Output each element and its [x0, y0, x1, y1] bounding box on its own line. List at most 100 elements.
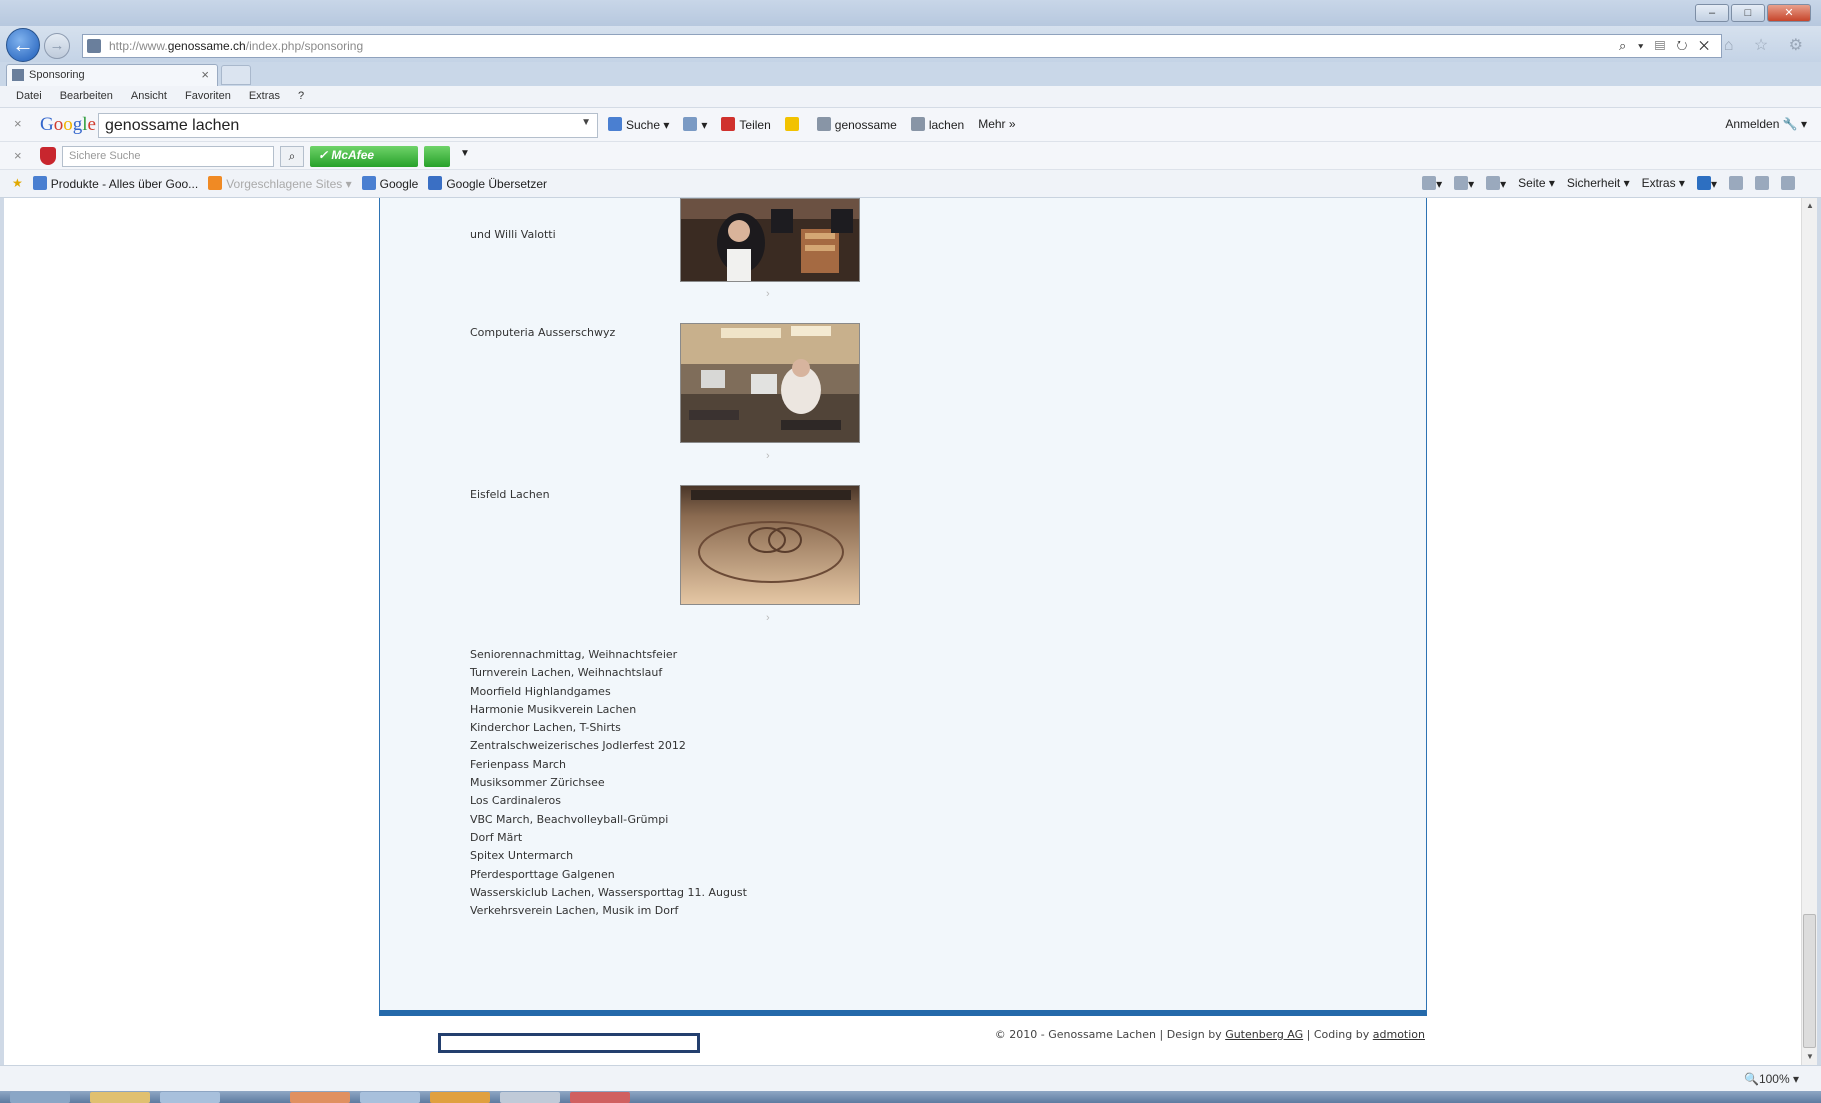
fav-google[interactable]: Google: [361, 176, 418, 191]
taskbar-item[interactable]: [360, 1092, 420, 1103]
magnifier-icon[interactable]: ⌕: [280, 146, 304, 167]
scrollbar-thumb[interactable]: [1803, 914, 1816, 1048]
signin-button[interactable]: Anmelden 🔧 ▾: [1725, 117, 1807, 131]
list-item: Turnverein Lachen, Weihnachtslauf: [470, 666, 663, 680]
entry-label: Computeria Ausserschwyz: [470, 326, 616, 339]
page-footer: © 2010 - Genossame Lachen | Design by Gu…: [994, 1028, 1425, 1041]
feeds-command[interactable]: ▾: [1454, 176, 1474, 191]
maximize-button[interactable]: □: [1731, 4, 1765, 22]
forward-button[interactable]: →: [44, 33, 70, 59]
mcafee-extension-icon[interactable]: [424, 146, 450, 167]
mcafee-button[interactable]: ✓ McAfee: [310, 146, 418, 167]
tab-strip: Sponsoring ×: [0, 62, 1821, 86]
favorites-bar: ★ Produkte - Alles über Goo... Vorgeschl…: [0, 170, 1821, 198]
window-controls: – □ ✕: [1695, 4, 1811, 22]
taskbar: [0, 1091, 1821, 1103]
taskbar-item[interactable]: [290, 1092, 350, 1103]
highlight-button[interactable]: [784, 117, 803, 132]
menu-bearbeiten[interactable]: Bearbeiten: [60, 90, 113, 102]
highlighter-icon: [784, 117, 799, 131]
page-menu[interactable]: Seite ▾: [1518, 176, 1555, 191]
list-item: Wasserskiclub Lachen, Wassersporttag 11.…: [470, 885, 747, 899]
menu-help[interactable]: ?: [298, 90, 304, 102]
search-dropdown-icon[interactable]: ▼: [581, 117, 591, 128]
list-item-dorf-maert: Dorf Märt: [470, 830, 523, 844]
list-item: Spitex Untermarch: [470, 849, 574, 863]
address-bar[interactable]: http://www.genossame.ch/index.php/sponso…: [82, 34, 1722, 58]
zoom-control[interactable]: 🔍100% ▾: [1744, 1072, 1799, 1086]
gutenberg-link[interactable]: Gutenberg AG: [1225, 1028, 1303, 1041]
list-item: Zentralschweizerisches Jodlerfest 2012: [470, 739, 686, 753]
taskbar-item[interactable]: [430, 1092, 490, 1103]
tab-label: Sponsoring: [29, 69, 85, 81]
taskbar-item[interactable]: [570, 1092, 630, 1103]
navigation-bar: ← → http://www.genossame.ch/index.php/sp…: [0, 26, 1821, 62]
research-icon[interactable]: [1729, 176, 1743, 190]
list-item: Pferdesporttage Galgenen: [470, 867, 615, 881]
share-button[interactable]: Teilen: [721, 117, 771, 132]
menu-ansicht[interactable]: Ansicht: [131, 90, 167, 102]
list-item: Moorfield Highlandgames: [470, 684, 611, 698]
taskbar-item[interactable]: [500, 1092, 560, 1103]
menu-favoriten[interactable]: Favoriten: [185, 90, 231, 102]
photo-ice-rink[interactable]: [680, 485, 860, 605]
entry-label: Eisfeld Lachen: [470, 488, 550, 501]
fav-google-products[interactable]: Produkte - Alles über Goo...: [32, 176, 198, 191]
photo-computer-room[interactable]: [680, 323, 860, 443]
home-command[interactable]: ▾: [1422, 176, 1442, 191]
safe-search-input[interactable]: Sichere Suche: [62, 146, 274, 167]
search-button[interactable]: Suche ▾: [608, 117, 669, 132]
vertical-scrollbar[interactable]: ▲ ▼: [1801, 198, 1817, 1065]
close-toolbar-icon[interactable]: ×: [14, 148, 22, 163]
fav-google-translate[interactable]: Google Übersetzer: [428, 176, 547, 191]
site-favicon-icon: [87, 39, 101, 53]
back-button[interactable]: ←: [6, 28, 40, 62]
mcafee-dropdown-icon[interactable]: ▼: [460, 148, 470, 159]
page-viewport: und Willi Valotti › Computeria Aussersch…: [4, 198, 1801, 1065]
scroll-up-arrow-icon[interactable]: ▲: [1802, 198, 1818, 214]
plugins-button[interactable]: ▾: [683, 117, 707, 132]
url-text[interactable]: http://www.genossame.ch/index.php/sponso…: [109, 39, 363, 53]
tools-menu[interactable]: Extras ▾: [1642, 176, 1685, 191]
new-tab-button[interactable]: [221, 65, 251, 85]
photo-next-arrow[interactable]: ›: [766, 450, 770, 462]
sponsor-list: Seniorennachmittag, Weihnachtsfeier Turn…: [470, 646, 747, 920]
menu-extras[interactable]: Extras: [249, 90, 280, 102]
help-command[interactable]: ▾: [1696, 176, 1717, 191]
address-tools[interactable]: ⌕ ▾ ▤ ↻ ✕: [1619, 38, 1713, 54]
command-bar: ▾ ▾ ▾ Seite ▾ Sicherheit ▾ Extras ▾ ▾: [1422, 176, 1795, 191]
close-toolbar-icon[interactable]: ×: [14, 116, 22, 131]
home-favorites-tools-icons[interactable]: ⌂ ☆ ⚙: [1724, 35, 1811, 55]
tab-sponsoring[interactable]: Sponsoring ×: [6, 64, 218, 86]
photo-next-arrow[interactable]: ›: [766, 612, 770, 624]
photo-next-arrow[interactable]: ›: [766, 288, 770, 300]
suggested-sites-icon: [208, 176, 223, 190]
admotion-link[interactable]: admotion: [1373, 1028, 1425, 1041]
google-logo: Google: [40, 114, 96, 135]
print-command[interactable]: ▾: [1486, 176, 1506, 191]
minimize-button[interactable]: –: [1695, 4, 1729, 22]
fav-suggested-sites[interactable]: Vorgeschlagene Sites ▾: [208, 176, 352, 191]
menu-datei[interactable]: Datei: [16, 90, 42, 102]
photo-accordion-players[interactable]: [680, 198, 860, 282]
messenger-icon[interactable]: [1781, 176, 1795, 190]
find-term-icon: [910, 117, 925, 131]
taskbar-item[interactable]: [160, 1092, 220, 1103]
google-search-input[interactable]: genossame lachen ▼: [98, 113, 598, 138]
puzzle-icon: [683, 117, 698, 131]
menu-bar: Datei Bearbeiten Ansicht Favoriten Extra…: [0, 86, 1821, 108]
onenote-icon[interactable]: [1755, 176, 1769, 190]
content-panel: und Willi Valotti › Computeria Aussersch…: [379, 198, 1427, 1016]
selection-highlight-box: [438, 1033, 700, 1053]
safety-menu[interactable]: Sicherheit ▾: [1567, 176, 1630, 191]
term-lachen-button[interactable]: lachen: [910, 117, 964, 132]
scroll-down-arrow-icon[interactable]: ▼: [1802, 1049, 1818, 1065]
shield-icon: [40, 147, 56, 165]
taskbar-item[interactable]: [90, 1092, 150, 1103]
close-window-button[interactable]: ✕: [1767, 4, 1811, 22]
term-genossame-button[interactable]: genossame: [816, 117, 897, 132]
tab-close-icon[interactable]: ×: [201, 67, 209, 82]
taskbar-start[interactable]: [10, 1092, 70, 1103]
favorites-star-icon[interactable]: ★: [12, 176, 23, 191]
more-button[interactable]: Mehr »: [978, 117, 1015, 132]
